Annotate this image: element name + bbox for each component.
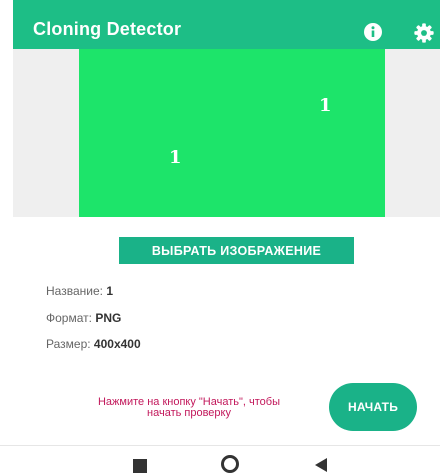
back-icon[interactable]	[315, 458, 327, 472]
image-format-value: PNG	[95, 311, 122, 325]
start-button[interactable]: НАЧАТЬ	[329, 383, 417, 431]
home-icon[interactable]	[221, 455, 239, 473]
app-bar: Cloning Detector	[13, 0, 440, 49]
image-size-value: 400x400	[93, 337, 141, 351]
image-size-label: Размер:	[46, 337, 91, 351]
image-format-label: Формат:	[46, 311, 92, 325]
start-hint-line: начать проверку	[147, 407, 231, 419]
image-name-label: Название:	[46, 284, 103, 298]
app-title: Cloning Detector	[33, 19, 182, 39]
image-name-row: Название: 1	[46, 284, 113, 298]
image-text: 1	[319, 95, 332, 116]
image-text: 1	[169, 147, 182, 168]
gear-icon[interactable]	[413, 22, 435, 44]
start-hint: Нажмите на кнопку "Начать", чтобы начать…	[58, 397, 320, 419]
nav-bar-divider	[0, 445, 440, 446]
info-icon[interactable]	[363, 22, 383, 42]
image-format-row: Формат: PNG	[46, 311, 121, 325]
selected-image: 1 1	[79, 49, 385, 217]
image-size-row: Размер: 400x400	[46, 337, 141, 351]
image-name-value: 1	[106, 284, 113, 298]
image-preview-area: 1 1	[13, 49, 440, 217]
recent-apps-icon[interactable]	[133, 459, 147, 473]
select-image-button[interactable]: ВЫБРАТЬ ИЗОБРАЖЕНИЕ	[119, 237, 354, 264]
